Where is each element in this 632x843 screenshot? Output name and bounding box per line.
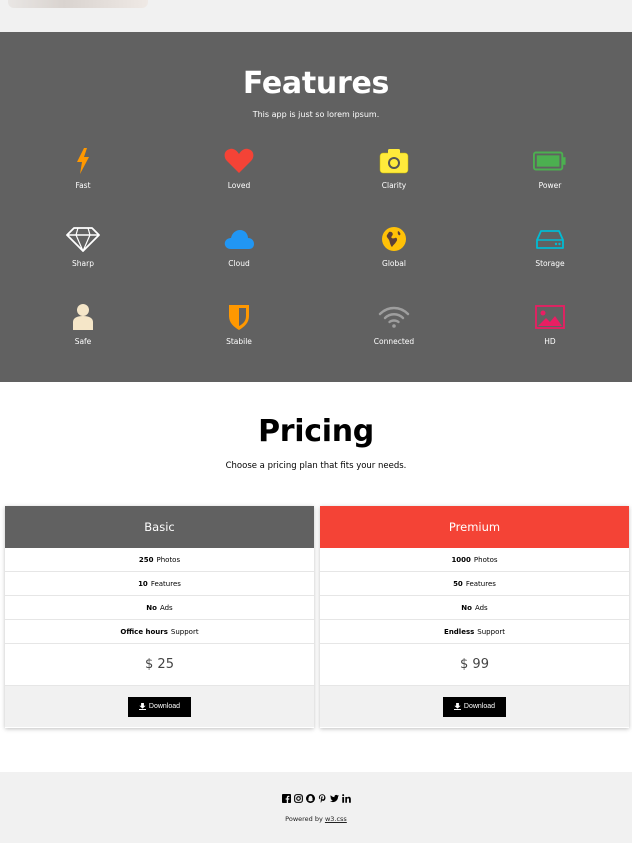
download-label: Download bbox=[148, 703, 181, 710]
twitter-icon[interactable] bbox=[329, 794, 339, 803]
footer: Powered by w3.css bbox=[0, 772, 632, 843]
feature-storage: Storage bbox=[495, 222, 605, 268]
instagram-icon[interactable] bbox=[293, 794, 303, 803]
feature-label: Global bbox=[382, 259, 406, 268]
powered-prefix: Powered by bbox=[285, 815, 323, 823]
feature-connected: Connected bbox=[339, 300, 449, 346]
pricing-card-premium: Premium 1000 Photos 50 Features No Ads Endl… bbox=[320, 506, 629, 728]
feature-label: Fast bbox=[75, 181, 91, 190]
plan-feature-row: 50 Features bbox=[320, 572, 629, 596]
social-links bbox=[0, 794, 632, 803]
wifi-icon bbox=[377, 300, 411, 334]
plan-name: Basic bbox=[5, 506, 314, 548]
bolt-icon bbox=[66, 144, 100, 178]
feature-label: Stabile bbox=[226, 337, 252, 346]
feature-clarity: Clarity bbox=[339, 144, 449, 190]
feature-label: Loved bbox=[227, 181, 251, 190]
feature-hd: HD bbox=[495, 300, 605, 346]
plan-feature-row: 250 Photos bbox=[5, 548, 314, 572]
feature-safe: Safe bbox=[28, 300, 138, 346]
card-footer: Download bbox=[320, 686, 629, 727]
feature-label: Power bbox=[538, 181, 562, 190]
download-button[interactable]: Download bbox=[128, 696, 191, 717]
features-subtitle: This app is just so lorem ipsum. bbox=[252, 110, 380, 119]
feature-global: Global bbox=[339, 222, 449, 268]
globe-icon bbox=[377, 222, 411, 256]
snapchat-icon[interactable] bbox=[305, 794, 315, 803]
feature-label: Cloud bbox=[228, 259, 250, 268]
camera-icon bbox=[377, 144, 411, 178]
download-button[interactable]: Download bbox=[443, 696, 506, 717]
plan-name: Premium bbox=[320, 506, 629, 548]
facebook-icon[interactable] bbox=[281, 794, 291, 803]
battery-icon bbox=[533, 144, 567, 178]
feature-label: Connected bbox=[373, 337, 415, 346]
header-image bbox=[8, 0, 148, 8]
top-strip bbox=[0, 0, 632, 32]
feature-label: HD bbox=[544, 337, 556, 346]
image-icon bbox=[533, 300, 567, 334]
plan-feature-row: No Ads bbox=[5, 596, 314, 620]
powered-by: Powered by w3.css bbox=[0, 815, 632, 823]
feature-cloud: Cloud bbox=[184, 222, 294, 268]
plan-feature-row: Endless Support bbox=[320, 620, 629, 644]
feature-stabile: Stabile bbox=[184, 300, 294, 346]
features-section: Features This app is just so lorem ipsum… bbox=[0, 32, 632, 382]
download-icon bbox=[138, 703, 146, 710]
plan-feature-row: No Ads bbox=[320, 596, 629, 620]
feature-label: Clarity bbox=[381, 181, 407, 190]
plan-feature-row: 10 Features bbox=[5, 572, 314, 596]
cloud-icon bbox=[222, 222, 256, 256]
download-label: Download bbox=[463, 703, 496, 710]
w3css-link[interactable]: w3.css bbox=[325, 815, 347, 823]
download-icon bbox=[453, 703, 461, 710]
feature-label: Storage bbox=[535, 259, 565, 268]
pinterest-icon[interactable] bbox=[318, 794, 327, 803]
feature-loved: Loved bbox=[184, 144, 294, 190]
feature-sharp: Sharp bbox=[28, 222, 138, 268]
pricing-card-basic: Basic 250 Photos 10 Features No Ads Office … bbox=[5, 506, 314, 728]
diamond-icon bbox=[66, 222, 100, 256]
heart-icon bbox=[222, 144, 256, 178]
plan-feature-row: 1000 Photos bbox=[320, 548, 629, 572]
pricing-title: Pricing bbox=[258, 414, 374, 449]
plan-price: $ 99 bbox=[320, 644, 629, 686]
hdd-icon bbox=[533, 222, 567, 256]
feature-fast: Fast bbox=[28, 144, 138, 190]
shield-icon bbox=[222, 300, 256, 334]
feature-label: Safe bbox=[74, 337, 92, 346]
feature-label: Sharp bbox=[72, 259, 94, 268]
user-icon bbox=[66, 300, 100, 334]
features-title: Features bbox=[242, 66, 390, 101]
plan-feature-row: Office hours Support bbox=[5, 620, 314, 644]
linkedin-icon[interactable] bbox=[341, 794, 351, 803]
feature-power: Power bbox=[495, 144, 605, 190]
plan-price: $ 25 bbox=[5, 644, 314, 686]
pricing-subtitle: Choose a pricing plan that fits your nee… bbox=[225, 461, 407, 471]
card-footer: Download bbox=[5, 686, 314, 727]
